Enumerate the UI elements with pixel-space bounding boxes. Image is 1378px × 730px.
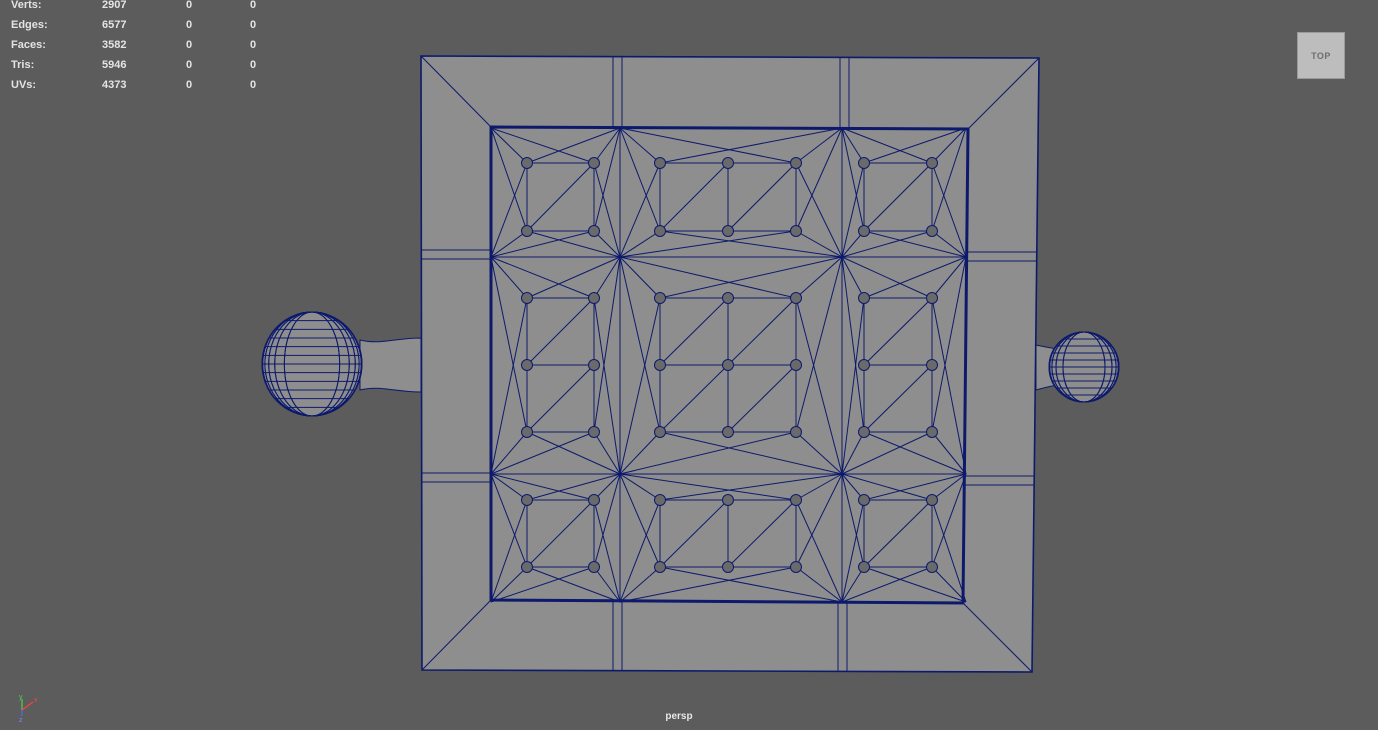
axis-x-label: x xyxy=(34,697,38,704)
hud-value: 0 xyxy=(186,0,193,11)
axis-z-label: z xyxy=(19,717,23,722)
peg-hole xyxy=(926,225,938,237)
peg-hole xyxy=(521,426,533,438)
peg-hole xyxy=(858,494,870,506)
peg-hole xyxy=(926,157,938,169)
hud-row-uvs: UVs: 4373 0 0 xyxy=(11,79,271,100)
peg-hole xyxy=(521,157,533,169)
hud-label: Verts: xyxy=(11,0,42,11)
peg-hole xyxy=(722,426,734,438)
hud-label: UVs: xyxy=(11,79,37,91)
peg-hole xyxy=(521,359,533,371)
peg-hole xyxy=(654,157,666,169)
left-handle[interactable] xyxy=(261,311,422,417)
peg-hole xyxy=(790,292,802,304)
hud-value: 0 xyxy=(250,19,257,31)
peg-hole xyxy=(926,426,938,438)
peg-hole xyxy=(588,561,600,573)
view-cube-label: TOP xyxy=(1311,50,1331,61)
poly-count-hud: Verts: 2907 0 0 Edges: 6577 0 0 Faces: 3… xyxy=(11,0,271,100)
hud-value: 0 xyxy=(250,79,257,91)
hud-value: 0 xyxy=(186,79,193,91)
peg-hole xyxy=(722,494,734,506)
peg-hole xyxy=(926,292,938,304)
hud-value: 2907 xyxy=(102,0,127,11)
hud-value: 0 xyxy=(250,39,257,51)
peg-hole xyxy=(858,426,870,438)
peg-hole xyxy=(790,359,802,371)
tray-mesh-wireframe[interactable] xyxy=(261,55,1120,673)
peg-hole xyxy=(790,561,802,573)
peg-hole xyxy=(790,426,802,438)
peg-hole xyxy=(588,225,600,237)
camera-name-label: persp xyxy=(665,711,693,722)
peg-hole xyxy=(722,359,734,371)
peg-hole xyxy=(588,292,600,304)
hud-value: 3582 xyxy=(102,39,127,51)
peg-hole xyxy=(654,359,666,371)
peg-hole xyxy=(588,359,600,371)
peg-hole xyxy=(654,292,666,304)
peg-hole xyxy=(521,292,533,304)
peg-hole xyxy=(588,157,600,169)
hud-row-edges: Edges: 6577 0 0 xyxy=(11,19,271,40)
peg-hole xyxy=(588,426,600,438)
peg-hole xyxy=(926,359,938,371)
view-cube[interactable]: TOP xyxy=(1297,32,1345,79)
hud-row-faces: Faces: 3582 0 0 xyxy=(11,39,271,60)
peg-hole xyxy=(654,225,666,237)
peg-hole xyxy=(521,561,533,573)
hud-row-verts: Verts: 2907 0 0 xyxy=(11,0,271,20)
peg-hole xyxy=(588,494,600,506)
peg-hole xyxy=(790,157,802,169)
hud-label: Faces: xyxy=(11,39,46,51)
hud-value: 0 xyxy=(186,39,193,51)
peg-hole xyxy=(722,292,734,304)
hud-value: 0 xyxy=(186,19,193,31)
peg-hole xyxy=(926,494,938,506)
hud-value: 5946 xyxy=(102,59,127,71)
axis-gizmo-icon: y x z xyxy=(19,694,38,722)
right-handle[interactable] xyxy=(1035,331,1120,403)
axis-y-label: y xyxy=(19,694,23,701)
peg-hole xyxy=(722,157,734,169)
3d-viewport[interactable] xyxy=(0,0,1378,730)
hud-label: Edges: xyxy=(11,19,48,31)
peg-hole xyxy=(521,494,533,506)
peg-hole xyxy=(790,494,802,506)
peg-hole xyxy=(858,225,870,237)
hud-value: 0 xyxy=(250,59,257,71)
peg-hole xyxy=(521,225,533,237)
peg-hole xyxy=(858,359,870,371)
peg-hole xyxy=(926,561,938,573)
peg-hole xyxy=(858,157,870,169)
hud-value: 6577 xyxy=(102,19,127,31)
peg-hole xyxy=(790,225,802,237)
peg-hole xyxy=(654,426,666,438)
peg-hole xyxy=(654,561,666,573)
hud-value: 0 xyxy=(250,0,257,11)
peg-hole xyxy=(722,561,734,573)
peg-hole xyxy=(722,225,734,237)
hud-label: Tris: xyxy=(11,59,35,71)
peg-hole xyxy=(654,494,666,506)
hud-value: 4373 xyxy=(102,79,127,91)
hud-value: 0 xyxy=(186,59,193,71)
peg-hole xyxy=(858,292,870,304)
peg-hole xyxy=(858,561,870,573)
hud-row-tris: Tris: 5946 0 0 xyxy=(11,59,271,80)
